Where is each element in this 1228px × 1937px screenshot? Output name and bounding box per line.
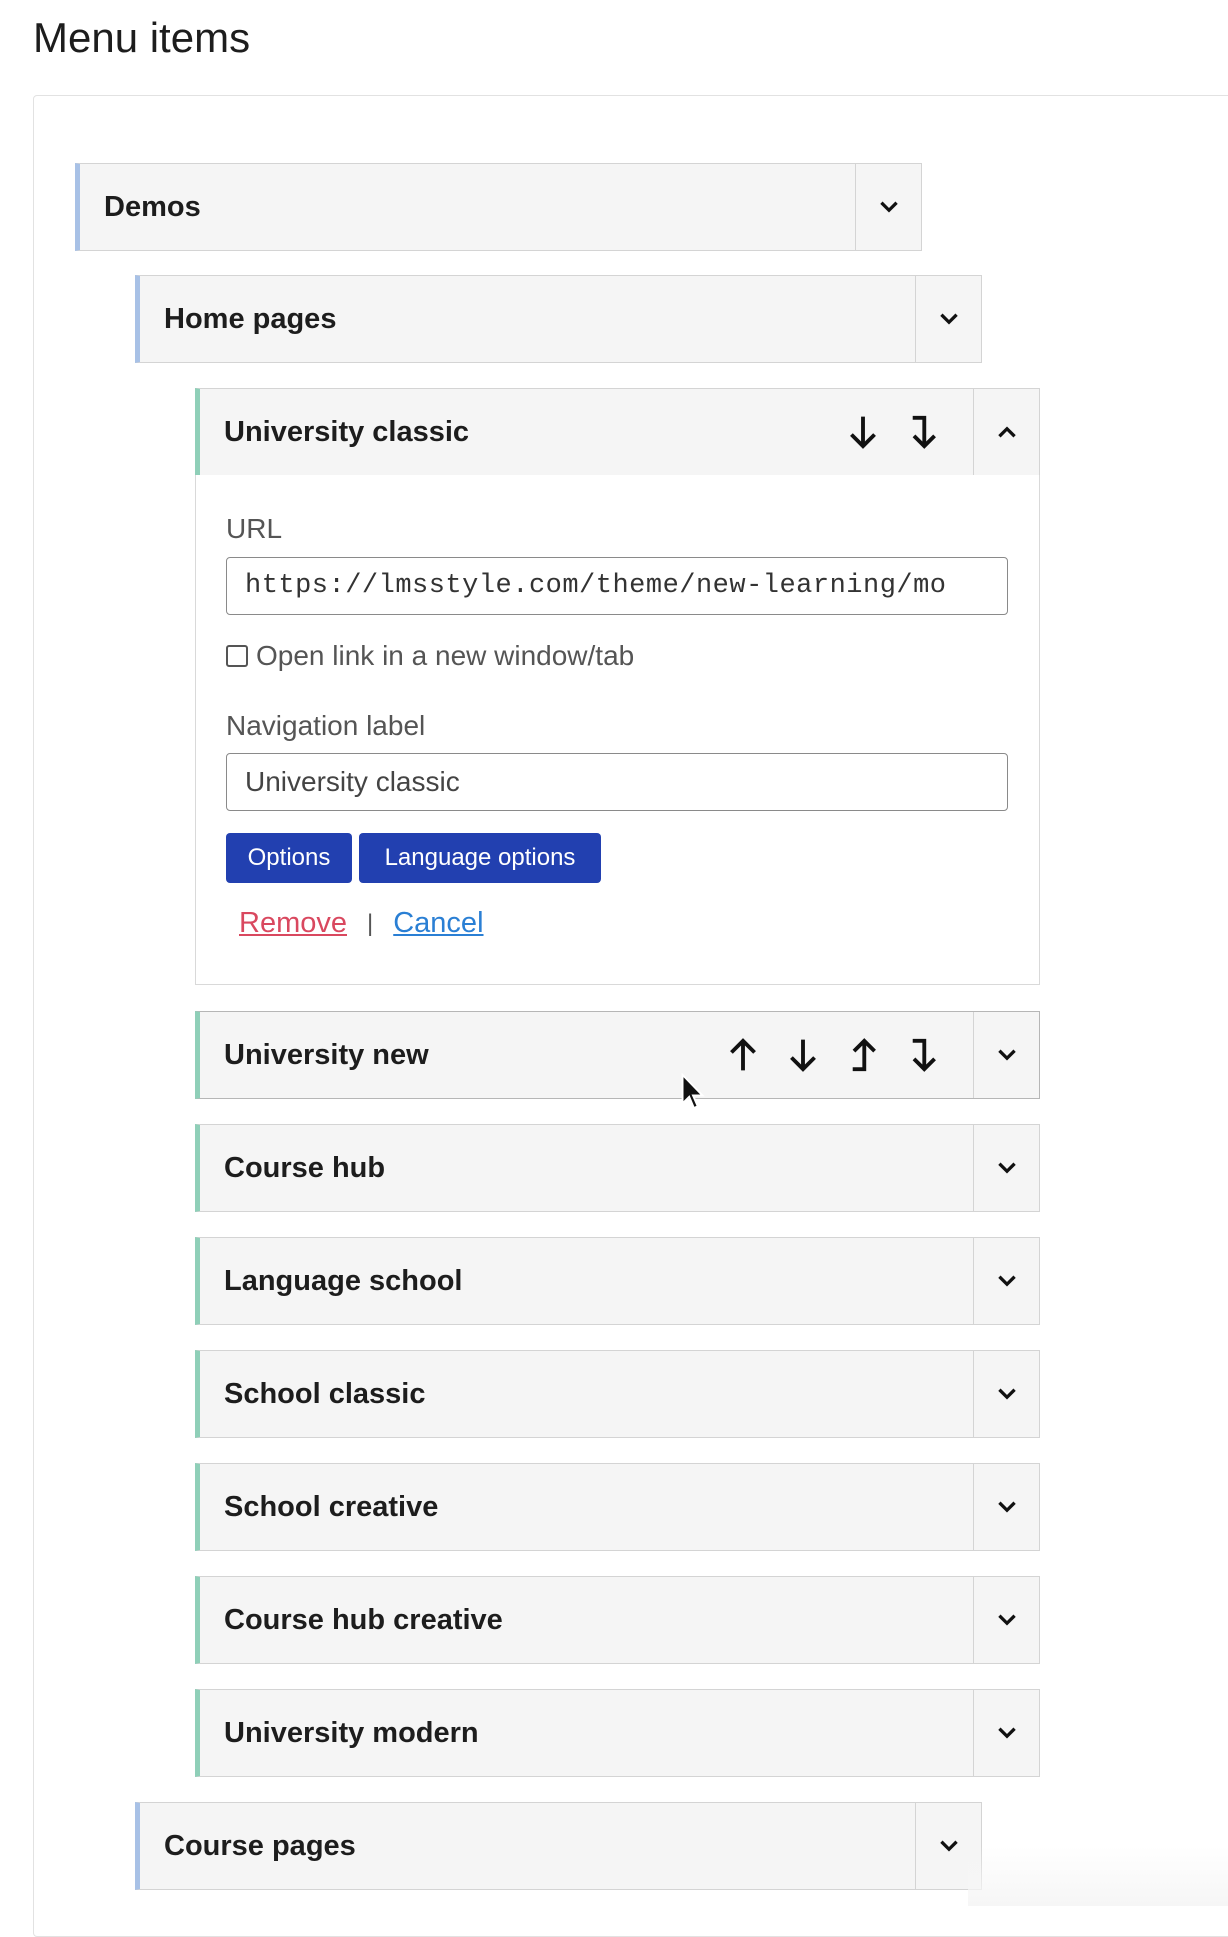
arrow-down-indent-icon	[912, 1038, 936, 1072]
menu-item-title: Course hub	[224, 1151, 386, 1184]
collapse-toggle[interactable]	[973, 389, 1039, 475]
arrow-down-indent-icon	[912, 415, 936, 449]
expand-toggle[interactable]	[973, 1577, 1039, 1663]
move-up-button[interactable]	[713, 1025, 773, 1085]
menu-item-title: Language school	[224, 1264, 463, 1297]
item-actions: Remove | Cancel	[239, 907, 484, 940]
new-window-checkbox[interactable]	[226, 645, 248, 667]
menu-item-course-hub-creative[interactable]: Course hub creative	[195, 1576, 1040, 1664]
menu-item-title: Course hub creative	[224, 1603, 503, 1636]
menu-item-demos[interactable]: Demos	[75, 163, 922, 251]
menu-item-school-creative[interactable]: School creative	[195, 1463, 1040, 1551]
menu-item-title: School classic	[224, 1377, 426, 1410]
url-label: URL	[226, 513, 283, 544]
chevron-down-icon	[939, 1840, 958, 1852]
chevron-up-icon	[997, 426, 1016, 438]
expand-toggle[interactable]	[973, 1125, 1039, 1211]
arrow-up-outdent-icon	[852, 1038, 876, 1072]
expand-toggle[interactable]	[915, 276, 981, 362]
menu-item-course-pages[interactable]: Course pages	[135, 1802, 982, 1890]
chevron-down-icon	[997, 1049, 1016, 1061]
chevron-down-icon	[997, 1388, 1016, 1400]
menu-item-title: University modern	[224, 1716, 479, 1749]
menu-item-university-modern[interactable]: University modern	[195, 1689, 1040, 1777]
chevron-down-icon	[939, 313, 958, 325]
chevron-down-icon	[997, 1162, 1016, 1174]
expand-toggle[interactable]	[973, 1238, 1039, 1324]
menu-item-title: School creative	[224, 1490, 439, 1523]
expand-toggle[interactable]	[973, 1464, 1039, 1550]
menu-item-language-school[interactable]: Language school	[195, 1237, 1040, 1325]
expand-toggle[interactable]	[973, 1690, 1039, 1776]
scroll-shadow	[968, 1846, 1228, 1906]
language-options-button[interactable]: Language options	[359, 833, 601, 883]
chevron-down-icon	[997, 1501, 1016, 1513]
navigation-label-input[interactable]: University classic	[226, 753, 1008, 811]
move-under-button[interactable]	[893, 402, 953, 462]
arrow-down-icon	[790, 1039, 816, 1072]
menu-item-course-hub[interactable]: Course hub	[195, 1124, 1040, 1212]
menu-item-title: Course pages	[164, 1829, 356, 1862]
menu-item-home-pages[interactable]: Home pages	[135, 275, 982, 363]
chevron-down-icon	[997, 1275, 1016, 1287]
chevron-down-icon	[997, 1614, 1016, 1626]
menu-item-title: Home pages	[164, 302, 337, 335]
expand-toggle[interactable]	[855, 164, 921, 250]
chevron-down-icon	[997, 1727, 1016, 1739]
link-separator: |	[367, 909, 374, 937]
new-window-label: Open link in a new window/tab	[256, 640, 635, 671]
move-down-button[interactable]	[833, 402, 893, 462]
arrow-up-icon	[730, 1038, 756, 1071]
move-under-button[interactable]	[893, 1025, 953, 1085]
options-button[interactable]: Options	[226, 833, 352, 883]
expand-toggle[interactable]	[973, 1012, 1039, 1098]
mouse-cursor-icon	[681, 1073, 705, 1110]
menu-item-university-classic[interactable]: University classic	[195, 388, 1040, 476]
url-input[interactable]: https://lmsstyle.com/theme/new-learning/…	[226, 557, 1008, 615]
new-window-option[interactable]: Open link in a new window/tab	[226, 640, 634, 672]
menu-item-school-classic[interactable]: School classic	[195, 1350, 1040, 1438]
move-down-button[interactable]	[773, 1025, 833, 1085]
menu-item-title: University new	[224, 1038, 429, 1071]
cancel-link[interactable]: Cancel	[393, 907, 483, 940]
arrow-down-icon	[850, 416, 876, 449]
expand-toggle[interactable]	[973, 1351, 1039, 1437]
menu-item-settings: URL https://lmsstyle.com/theme/new-learn…	[195, 475, 1040, 985]
menu-item-university-new[interactable]: University new	[195, 1011, 1040, 1099]
chevron-down-icon	[879, 201, 898, 213]
menu-item-title: University classic	[224, 415, 470, 448]
remove-link[interactable]: Remove	[239, 907, 347, 940]
page-title: Menu items	[33, 14, 251, 61]
navigation-label-label: Navigation label	[226, 710, 426, 741]
move-out-button[interactable]	[833, 1025, 893, 1085]
menu-item-title: Demos	[104, 190, 201, 223]
